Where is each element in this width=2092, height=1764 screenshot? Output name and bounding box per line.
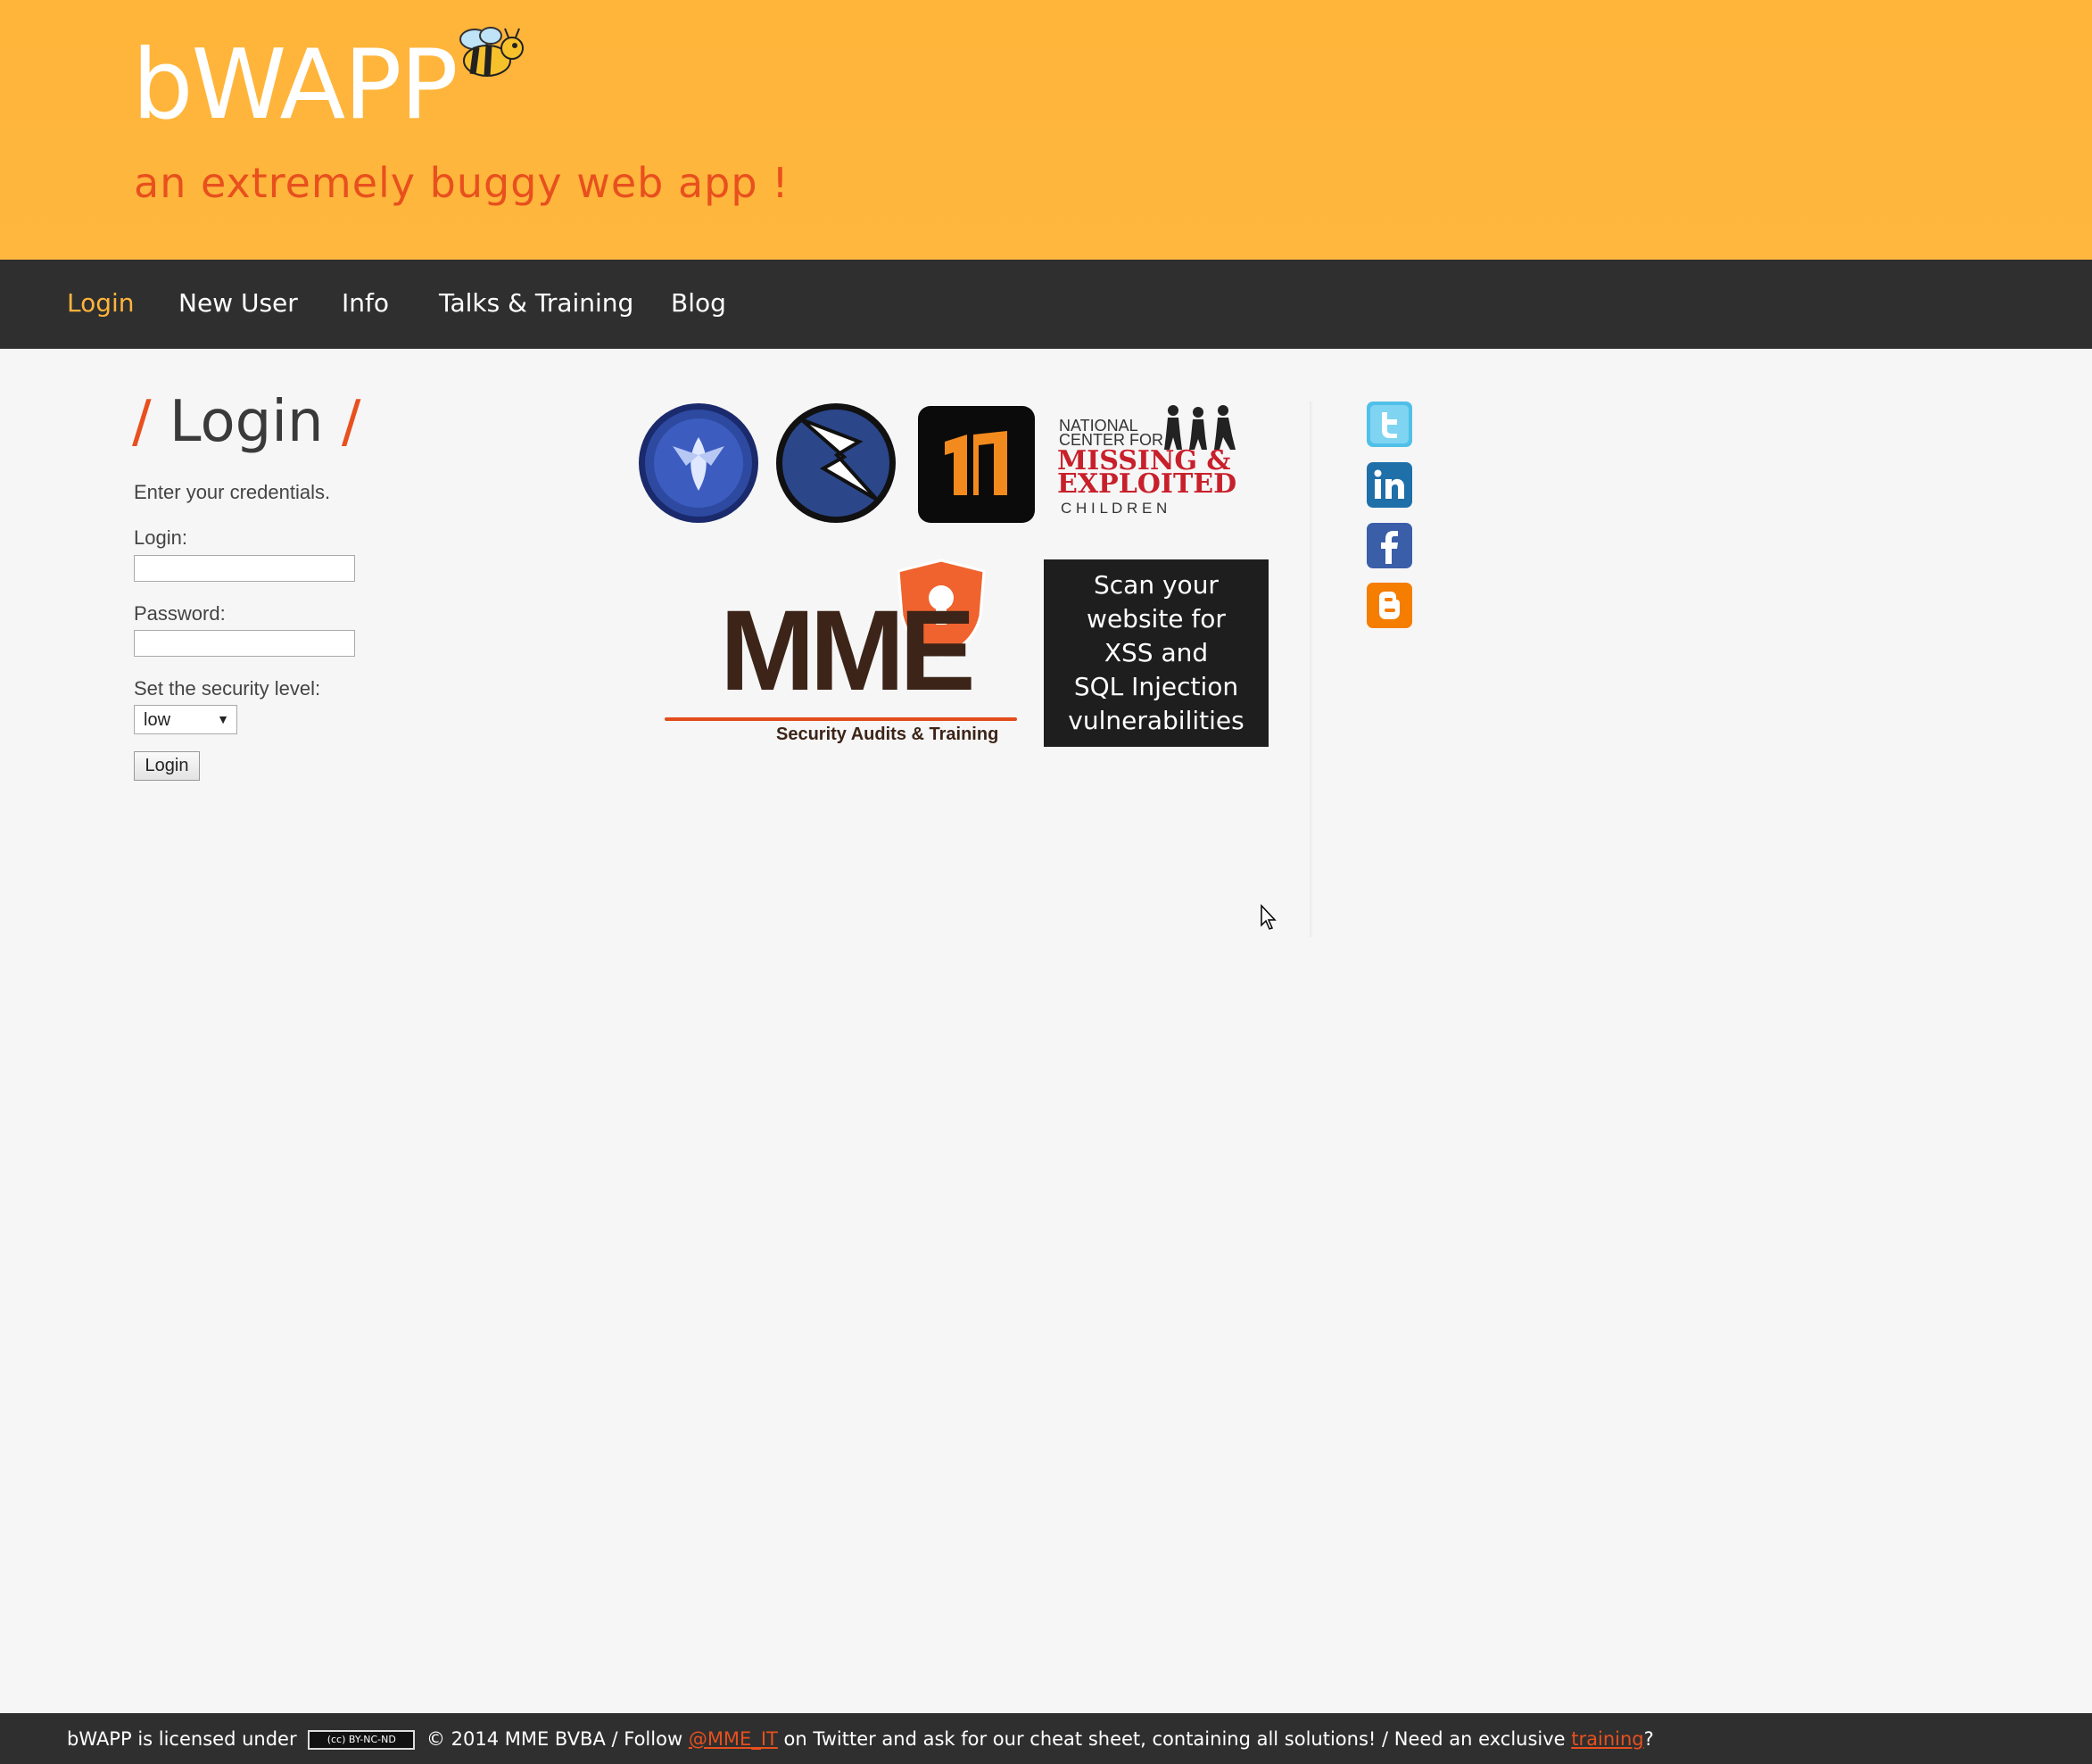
footer-suffix: ? [1643, 1728, 1654, 1750]
title-text: Login [169, 389, 324, 455]
scan-ad-line: vulnerabilities [1068, 706, 1244, 735]
ncmec-line4: EXPLOITED [1057, 468, 1237, 500]
password-input[interactable] [134, 630, 355, 657]
intro-text: Enter your credentials. [134, 481, 331, 503]
owasp-logo-icon[interactable] [637, 402, 760, 525]
dropdown-arrow-icon: ▼ [217, 712, 229, 726]
mouse-cursor-icon [1261, 904, 1277, 930]
linkedin-icon[interactable] [1367, 462, 1412, 508]
footer-middle: © 2014 MME BVBA / Follow [426, 1728, 683, 1750]
bee-logo-icon [459, 27, 524, 77]
login-input[interactable] [134, 555, 355, 582]
security-level-label: Set the security level: [134, 677, 321, 700]
children-silhouette-icon [1164, 405, 1236, 450]
ncmec-line5: C H I L D R E N [1061, 500, 1168, 517]
main-nav: Login New User Info Talks & Training Blo… [0, 260, 2092, 349]
page-title: / Login / [132, 389, 360, 455]
footer-prefix: bWAPP is licensed under [67, 1728, 297, 1750]
security-level-value: low [144, 710, 171, 730]
title-slash-left: / [132, 389, 152, 455]
mme-wordmark: MME [720, 587, 976, 715]
mme-logo[interactable]: MME Security Audits & Training [665, 559, 1017, 750]
site-footer: bWAPP is licensed under (cc) BY-NC-ND © … [0, 1713, 2092, 1764]
nav-blog[interactable]: Blog [671, 288, 726, 318]
footer-after-handle: on Twitter and ask for our cheat sheet, … [783, 1728, 1566, 1750]
blogger-icon[interactable] [1367, 583, 1412, 628]
twitter-icon[interactable] [1367, 402, 1412, 447]
nav-talks-training[interactable]: Talks & Training [439, 288, 633, 318]
ncmec-logo[interactable]: NATIONAL CENTER FOR MISSING & EXPLOITED … [1057, 403, 1253, 528]
scan-ad-banner[interactable]: Scan your website for XSS and SQL Inject… [1044, 559, 1269, 747]
scan-ad-line: website for [1087, 604, 1226, 634]
nav-info[interactable]: Info [342, 288, 389, 318]
scan-ad-line: SQL Injection [1073, 672, 1239, 701]
login-label: Login: [134, 526, 187, 549]
training-link[interactable]: training [1571, 1728, 1643, 1750]
login-button[interactable]: Login [134, 751, 200, 781]
mme-subtitle: Security Audits & Training [776, 725, 999, 744]
site-header: bWAPP an extremely buggy web app ! [0, 0, 2092, 260]
logo-title[interactable]: bWAPP [132, 37, 459, 134]
scan-ad-line: Scan your [1094, 570, 1219, 600]
title-slash-right: / [341, 389, 361, 455]
security-level-select[interactable]: low ▼ [134, 705, 237, 734]
column-divider [1310, 402, 1313, 937]
scan-ad-line: XSS and [1104, 638, 1209, 667]
cc-license-badge[interactable]: (cc) BY-NC-ND [308, 1730, 416, 1750]
netsparker-logo-icon[interactable] [918, 406, 1035, 523]
zap-logo-icon[interactable] [774, 402, 897, 525]
scan-ad-text: Scan your website for XSS and SQL Inject… [1061, 568, 1251, 738]
footer-text: bWAPP is licensed under (cc) BY-NC-ND © … [67, 1728, 1654, 1750]
password-label: Password: [134, 602, 226, 625]
tagline: an extremely buggy web app ! [134, 159, 790, 207]
facebook-icon[interactable] [1367, 523, 1412, 568]
nav-login[interactable]: Login [67, 288, 135, 318]
twitter-handle-link[interactable]: @MME_IT [689, 1728, 778, 1750]
nav-new-user[interactable]: New User [178, 288, 298, 318]
mme-underline [665, 717, 1017, 721]
